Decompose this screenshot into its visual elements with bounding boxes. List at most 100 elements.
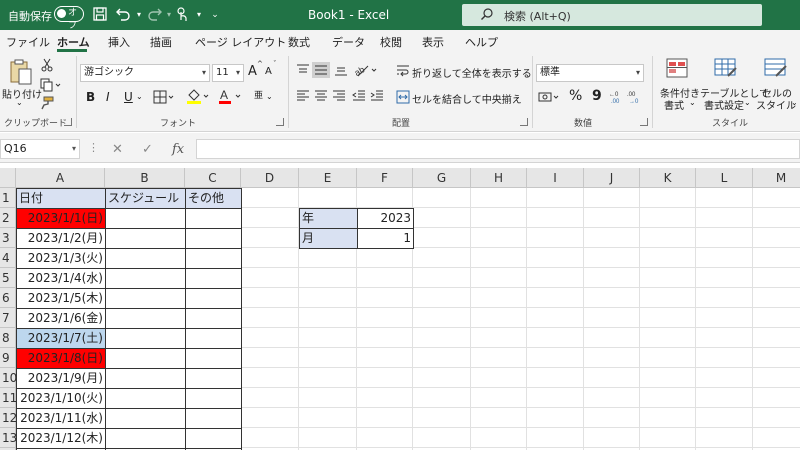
cell-d8[interactable] bbox=[241, 328, 299, 348]
schedule-cell[interactable] bbox=[105, 328, 186, 349]
cell-j11[interactable] bbox=[584, 388, 640, 408]
cell-l1[interactable] bbox=[696, 188, 753, 208]
conditional-formatting-dropdown-icon[interactable]: ⌄ bbox=[689, 98, 696, 107]
cell-g6[interactable] bbox=[413, 288, 471, 308]
align-middle-icon[interactable] bbox=[312, 62, 330, 78]
align-center-icon[interactable] bbox=[314, 90, 328, 105]
cell-m1[interactable] bbox=[753, 188, 800, 208]
other-cell[interactable] bbox=[185, 288, 242, 309]
cell-k10[interactable] bbox=[640, 368, 696, 388]
cell-e8[interactable] bbox=[299, 328, 357, 348]
cell-l7[interactable] bbox=[696, 308, 753, 328]
year-value-cell[interactable]: 2023 bbox=[357, 208, 414, 229]
row-header-5[interactable]: 5 bbox=[0, 268, 16, 288]
cell-m12[interactable] bbox=[753, 408, 800, 428]
cell-m5[interactable] bbox=[753, 268, 800, 288]
cell-styles-dropdown-icon[interactable]: ⌄ bbox=[791, 98, 798, 107]
cell-l12[interactable] bbox=[696, 408, 753, 428]
cell-h5[interactable] bbox=[471, 268, 527, 288]
font-size-dropdown[interactable]: 11 ▾ bbox=[212, 64, 244, 82]
cell-g11[interactable] bbox=[413, 388, 471, 408]
schedule-cell[interactable] bbox=[105, 288, 186, 309]
autosave-toggle[interactable]: オフ bbox=[54, 6, 84, 31]
cell-k9[interactable] bbox=[640, 348, 696, 368]
schedule-cell[interactable] bbox=[105, 368, 186, 389]
row-header-10[interactable]: 10 bbox=[0, 368, 17, 388]
other-cell[interactable] bbox=[185, 268, 242, 289]
date-cell[interactable]: 2023/1/6(金) bbox=[16, 308, 106, 329]
cell-k1[interactable] bbox=[640, 188, 696, 208]
percent-style-button[interactable]: % bbox=[569, 88, 582, 104]
cell-g8[interactable] bbox=[413, 328, 471, 348]
enter-icon[interactable]: ✓ bbox=[142, 142, 153, 157]
date-cell[interactable]: 2023/1/8(日) bbox=[16, 348, 106, 369]
cell-g4[interactable] bbox=[413, 248, 471, 268]
cell-h8[interactable] bbox=[471, 328, 527, 348]
column-header-f[interactable]: F bbox=[357, 168, 413, 188]
other-cell[interactable] bbox=[185, 408, 242, 429]
date-cell[interactable]: 2023/1/9(月) bbox=[16, 368, 106, 389]
bold-button[interactable]: B bbox=[86, 90, 95, 104]
decrease-indent-icon[interactable] bbox=[352, 90, 366, 105]
cell-g1[interactable] bbox=[413, 188, 471, 208]
cell-f11[interactable] bbox=[357, 388, 413, 408]
year-label-cell[interactable]: 年 bbox=[299, 208, 358, 229]
cell-k11[interactable] bbox=[640, 388, 696, 408]
cell-f13[interactable] bbox=[357, 428, 413, 448]
cell-e9[interactable] bbox=[299, 348, 357, 368]
decrease-decimal-icon[interactable]: .00 →0 bbox=[626, 89, 642, 108]
cell-h7[interactable] bbox=[471, 308, 527, 328]
cell-h1[interactable] bbox=[471, 188, 527, 208]
customize-toolbar-icon[interactable]: ⌄ bbox=[206, 6, 224, 24]
row-header-12[interactable]: 12 bbox=[0, 408, 17, 428]
cell-g7[interactable] bbox=[413, 308, 471, 328]
cell-j12[interactable] bbox=[584, 408, 640, 428]
column-header-k[interactable]: K bbox=[640, 168, 696, 188]
cell-h13[interactable] bbox=[471, 428, 527, 448]
cell-k7[interactable] bbox=[640, 308, 696, 328]
schedule-cell[interactable] bbox=[105, 428, 186, 449]
cell-l10[interactable] bbox=[696, 368, 753, 388]
name-box[interactable]: Q16 ▾ bbox=[0, 139, 80, 159]
cell-f8[interactable] bbox=[357, 328, 413, 348]
tab-draw[interactable]: 描画 bbox=[150, 34, 172, 50]
column-header-g[interactable]: G bbox=[413, 168, 471, 188]
align-bottom-icon[interactable] bbox=[334, 64, 348, 79]
other-cell[interactable] bbox=[185, 388, 242, 409]
cell-m7[interactable] bbox=[753, 308, 800, 328]
cell-m4[interactable] bbox=[753, 248, 800, 268]
copy-icon[interactable] bbox=[40, 78, 62, 95]
column-header-l[interactable]: L bbox=[696, 168, 753, 188]
cell-g9[interactable] bbox=[413, 348, 471, 368]
cell-e6[interactable] bbox=[299, 288, 357, 308]
cell-e12[interactable] bbox=[299, 408, 357, 428]
schedule-cell[interactable] bbox=[105, 208, 186, 229]
cancel-icon[interactable]: ✕ bbox=[112, 142, 123, 157]
cell-f1[interactable] bbox=[357, 188, 413, 208]
cell-l9[interactable] bbox=[696, 348, 753, 368]
column-header-b[interactable]: B bbox=[105, 168, 185, 188]
row-header-4[interactable]: 4 bbox=[0, 248, 16, 268]
row-header-1[interactable]: 1 bbox=[0, 188, 16, 208]
cell-m10[interactable] bbox=[753, 368, 800, 388]
header-schedule[interactable]: スケジュール bbox=[105, 188, 186, 209]
row-header-13[interactable]: 13 bbox=[0, 428, 17, 448]
schedule-cell[interactable] bbox=[105, 308, 186, 329]
cell-f10[interactable] bbox=[357, 368, 413, 388]
cell-h9[interactable] bbox=[471, 348, 527, 368]
other-cell[interactable] bbox=[185, 368, 242, 389]
other-cell[interactable] bbox=[185, 308, 242, 329]
comma-style-button[interactable]: 9 bbox=[592, 88, 602, 104]
schedule-cell[interactable] bbox=[105, 408, 186, 429]
cell-m2[interactable] bbox=[753, 208, 800, 228]
cell-h6[interactable] bbox=[471, 288, 527, 308]
cell-k6[interactable] bbox=[640, 288, 696, 308]
cell-l6[interactable] bbox=[696, 288, 753, 308]
row-header-3[interactable]: 3 bbox=[0, 228, 16, 248]
cell-k2[interactable] bbox=[640, 208, 696, 228]
row-header-8[interactable]: 8 bbox=[0, 328, 16, 348]
cell-d1[interactable] bbox=[241, 188, 299, 208]
cell-j10[interactable] bbox=[584, 368, 640, 388]
row-header-7[interactable]: 7 bbox=[0, 308, 16, 328]
date-cell[interactable]: 2023/1/10(火) bbox=[16, 388, 106, 409]
